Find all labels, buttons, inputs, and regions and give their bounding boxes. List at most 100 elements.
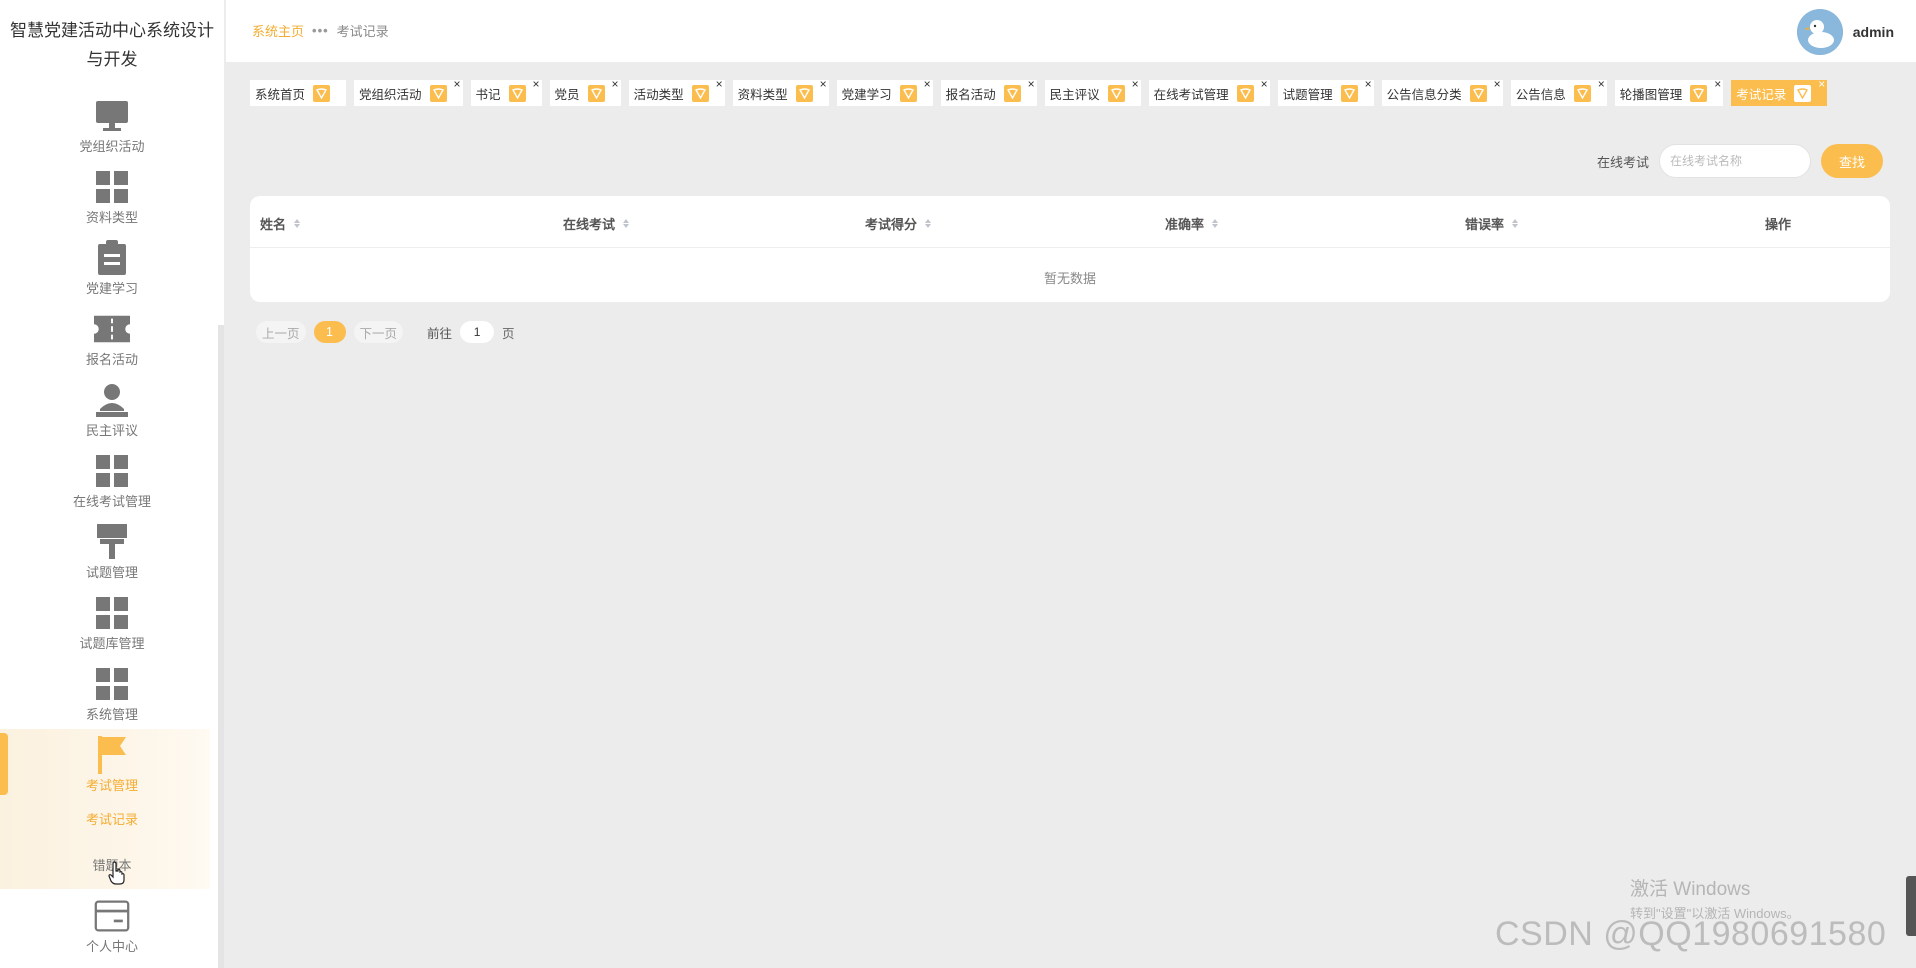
avatar[interactable] [1796, 9, 1843, 55]
sidebar-item-party-activity[interactable]: 党组织活动 [0, 92, 224, 163]
close-icon[interactable]: × [1028, 78, 1035, 90]
page-number-button[interactable]: 1 [313, 321, 346, 343]
sort-icon[interactable] [1512, 219, 1519, 228]
tab-tag[interactable]: 资料类型 × [732, 78, 829, 106]
tab-tag[interactable]: 公告信息分类 × [1381, 78, 1503, 106]
tab-tag[interactable]: 党组织活动 × [354, 78, 463, 106]
close-icon[interactable]: × [454, 78, 461, 90]
tab-tag-label: 试题管理 [1282, 87, 1333, 102]
sidebar-item-party-study[interactable]: 党建学习 [0, 234, 224, 305]
tab-tag-label: 资料类型 [737, 87, 788, 102]
sort-icon[interactable] [925, 219, 932, 228]
column-header-online-exam[interactable]: 在线考试 [563, 214, 630, 233]
sidebar-item-material-type[interactable]: 资料类型 [0, 163, 224, 234]
tab-tag-label: 考试记录 [1736, 87, 1787, 102]
tab-tag-label: 公告信息 [1515, 87, 1566, 102]
sort-icon[interactable] [294, 219, 301, 228]
tag-icon [587, 84, 605, 102]
tab-tag-label: 民主评议 [1049, 87, 1100, 102]
prev-page-button[interactable]: 上一页 [256, 321, 306, 343]
close-icon[interactable]: × [1261, 78, 1268, 90]
tag-icon [1573, 84, 1591, 102]
search-input[interactable] [1659, 144, 1811, 178]
sidebar-item-label: 民主评议 [85, 423, 138, 438]
sort-icon[interactable] [623, 219, 630, 228]
sidebar-item-signup-activity[interactable]: 报名活动 [0, 305, 224, 376]
sidebar-menu: 党组织活动 资料类型 党建学习 报名活动 民主评议 在线考试管理 试题管理 试题… [0, 92, 224, 963]
pagination: 上一页 1 下一页 前往 页 [256, 321, 515, 343]
tab-tag[interactable]: 报名活动 × [940, 78, 1037, 106]
column-header-score[interactable]: 考试得分 [865, 214, 932, 233]
app-title: 智慧党建活动中心系统设计与开发 [10, 21, 214, 69]
tag-icon [1690, 84, 1708, 102]
sidebar-item-question-bank-mgmt[interactable]: 试题库管理 [0, 589, 224, 660]
sidebar-item-label: 个人中心 [85, 939, 138, 954]
close-icon[interactable]: × [533, 78, 540, 90]
tag-icon [1340, 84, 1358, 102]
close-icon[interactable]: × [612, 78, 619, 90]
column-header-actions: 操作 [1765, 217, 1792, 232]
tags-bar: 系统首页 党组织活动 × 书记 × 党员 × 活动类型 × 资料类型 × 党建学习 × 报名活动 × 民主评议… [250, 78, 1828, 106]
close-icon[interactable]: × [1818, 78, 1825, 90]
close-icon[interactable]: × [924, 78, 931, 90]
column-header-name[interactable]: 姓名 [260, 214, 301, 233]
sidebar-item-personal-center[interactable]: 个人中心 [0, 892, 224, 963]
tab-tag-label: 党组织活动 [359, 87, 422, 102]
tag-icon [508, 84, 526, 102]
sidebar-item-online-exam-mgmt[interactable]: 在线考试管理 [0, 447, 224, 518]
breadcrumb-home[interactable]: 系统主页 [252, 21, 304, 40]
tag-icon [1107, 84, 1125, 102]
close-icon[interactable]: × [1598, 78, 1605, 90]
tab-tag[interactable]: 在线考试管理 × [1148, 78, 1270, 106]
sidebar-item-label: 系统管理 [85, 707, 138, 722]
tab-tag[interactable]: 党建学习 × [836, 78, 933, 106]
tab-tag-label: 党员 [554, 87, 580, 102]
tab-tag[interactable]: 活动类型 × [628, 78, 725, 106]
search-button[interactable]: 查找 [1821, 144, 1883, 178]
sidebar-item-label: 报名活动 [85, 352, 138, 367]
tab-tag[interactable]: 民主评议 × [1044, 78, 1141, 106]
close-icon[interactable]: × [1494, 78, 1501, 90]
sort-icon[interactable] [1212, 219, 1219, 228]
tab-tag-label: 系统首页 [255, 87, 306, 102]
sidebar-item-label: 在线考试管理 [72, 494, 151, 509]
sidebar-item-system-mgmt[interactable]: 系统管理 [0, 660, 224, 731]
tag-icon [795, 84, 813, 102]
tab-tag[interactable]: 书记 × [470, 78, 542, 106]
tag-icon [1794, 84, 1812, 102]
username[interactable]: admin [1853, 24, 1894, 40]
goto-page-input[interactable] [460, 321, 495, 343]
mouse-cursor-icon [108, 861, 126, 888]
sidebar-item-exam-mgmt[interactable]: 考试管理 [0, 731, 224, 802]
grid-icon [94, 666, 130, 702]
user-icon [94, 382, 130, 418]
column-header-accuracy[interactable]: 准确率 [1165, 214, 1219, 233]
tab-tag[interactable]: 公告信息 × [1510, 78, 1607, 106]
brush-icon [94, 524, 130, 560]
tab-tag[interactable]: 党员 × [549, 78, 621, 106]
tab-tag[interactable]: 轮播图管理 × [1614, 78, 1724, 106]
sidebar-item-democratic-review[interactable]: 民主评议 [0, 376, 224, 447]
tab-tag[interactable]: 试题管理 × [1277, 78, 1374, 106]
close-icon[interactable]: × [1132, 78, 1139, 90]
search-label: 在线考试 [1596, 154, 1649, 170]
close-icon[interactable]: × [1714, 78, 1721, 90]
close-icon[interactable]: × [820, 78, 827, 90]
sidebar-item-label: 考试管理 [85, 778, 138, 793]
sidebar-item-question-mgmt[interactable]: 试题管理 [0, 518, 224, 589]
next-page-button[interactable]: 下一页 [353, 321, 404, 343]
monitor-icon [94, 98, 130, 134]
sidebar-subitem-exam-records[interactable]: 考试记录 [0, 802, 224, 834]
column-header-error-rate[interactable]: 错误率 [1465, 214, 1519, 233]
tab-tag-label: 活动类型 [633, 87, 684, 102]
edge-widget[interactable] [1906, 876, 1916, 936]
close-icon[interactable]: × [1365, 78, 1372, 90]
tab-tag-label: 党建学习 [841, 87, 892, 102]
sidebar-item-label: 党建学习 [85, 281, 138, 296]
user-menu[interactable]: admin [1796, 9, 1894, 55]
tab-tag[interactable]: 考试记录 × [1731, 78, 1828, 106]
search-bar: 在线考试 查找 [1597, 144, 1883, 178]
records-table: 姓名 在线考试 考试得分 准确率 错误率 操作 暂无数据 [250, 196, 1890, 302]
close-icon[interactable]: × [716, 78, 723, 90]
tab-tag[interactable]: 系统首页 [250, 80, 347, 106]
